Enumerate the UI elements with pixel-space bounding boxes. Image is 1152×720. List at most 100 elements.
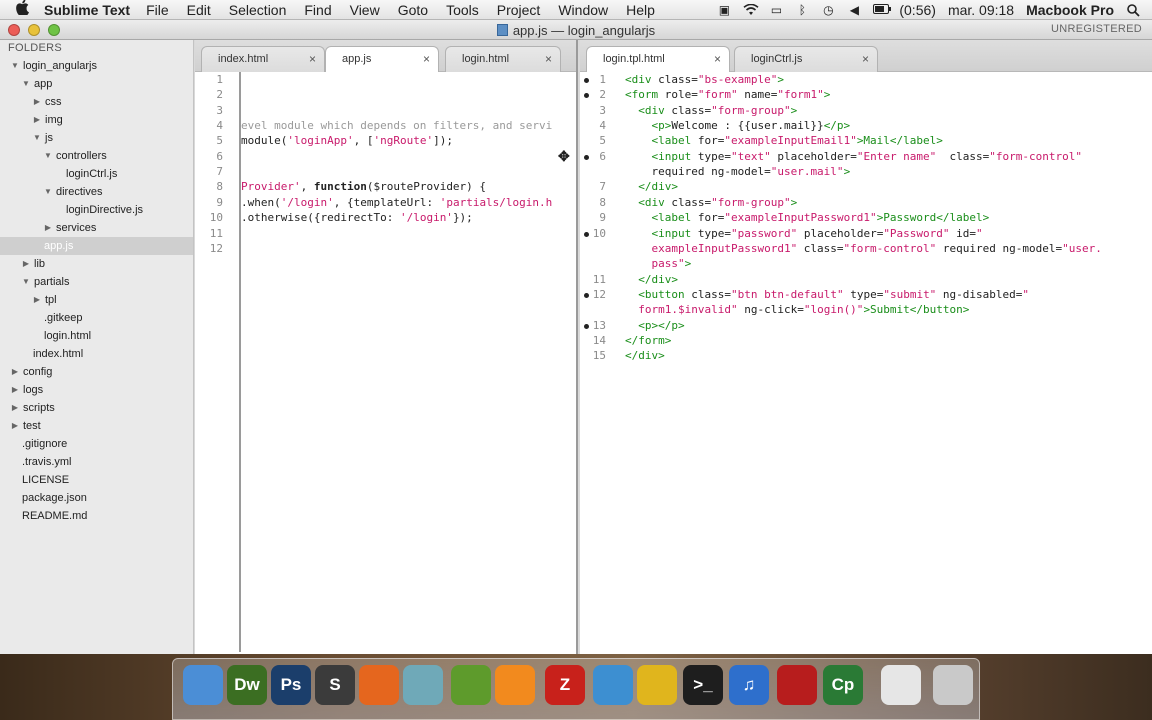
sidebar-item-tpl[interactable]: ▶ tpl xyxy=(0,291,193,309)
disclosure-closed-icon[interactable]: ▶ xyxy=(21,255,31,273)
code-line[interactable]: <p>Welcome : {{user.mail}}</p> xyxy=(625,119,850,132)
sidebar-item-controllers[interactable]: ▼ controllers xyxy=(0,147,193,165)
editor-pane-left[interactable]: index.html × app.js × login.html × 1234e… xyxy=(195,40,578,654)
chrome-icon[interactable] xyxy=(637,665,677,705)
disclosure-open-icon[interactable]: ▼ xyxy=(32,129,42,147)
close-tab-icon[interactable]: × xyxy=(545,47,552,71)
sidebar-item-partials[interactable]: ▼ partials xyxy=(0,273,193,291)
sidebar-item-app[interactable]: ▼ app xyxy=(0,75,193,93)
disclosure-open-icon[interactable]: ▼ xyxy=(21,273,31,291)
close-tab-icon[interactable]: × xyxy=(309,47,316,71)
app-name-menu[interactable]: Sublime Text xyxy=(44,2,130,18)
code-line[interactable]: exampleInputPassword1" class="form-contr… xyxy=(625,242,1101,255)
disclosure-closed-icon[interactable]: ▶ xyxy=(10,417,20,435)
code-line[interactable]: required ng-model="user.mail"> xyxy=(625,165,850,178)
sidebar-item-app-js[interactable]: app.js xyxy=(0,237,193,255)
sidebar-item-travis-yml[interactable]: .travis.yml xyxy=(0,453,193,471)
terminal-icon[interactable]: >_ xyxy=(683,665,723,705)
menu-window[interactable]: Window xyxy=(558,2,608,18)
sidebar-item-js[interactable]: ▼ js xyxy=(0,129,193,147)
dropbox-icon[interactable]: ▣ xyxy=(717,4,731,16)
code-line[interactable]: module('loginApp', ['ngRoute']); xyxy=(241,134,453,147)
transmit-icon[interactable] xyxy=(403,665,443,705)
sidebar-item-gitkeep[interactable]: .gitkeep xyxy=(0,309,193,327)
sidebar-item-package-json[interactable]: package.json xyxy=(0,489,193,507)
code-line[interactable]: <input type="text" placeholder="Enter na… xyxy=(625,150,1082,163)
trash-icon[interactable] xyxy=(933,665,973,705)
filezilla-icon[interactable]: Z xyxy=(545,665,585,705)
menu-help[interactable]: Help xyxy=(626,2,655,18)
display-icon[interactable]: ▭ xyxy=(769,4,783,16)
sidebar-item-gitignore[interactable]: .gitignore xyxy=(0,435,193,453)
code-line[interactable]: <p></p> xyxy=(625,319,684,332)
disclosure-closed-icon[interactable]: ▶ xyxy=(10,399,20,417)
sidebar-item-logs[interactable]: ▶ logs xyxy=(0,381,193,399)
sidebar-item-logindirective-js[interactable]: loginDirective.js xyxy=(0,201,193,219)
sidebar-item-index-html[interactable]: index.html xyxy=(0,345,193,363)
volume-icon[interactable]: ◀ xyxy=(847,4,861,16)
tab-index-html[interactable]: index.html × xyxy=(201,46,325,72)
code-line[interactable]: Provider', function($routeProvider) { xyxy=(241,180,486,193)
sidebar-item-lib[interactable]: ▶ lib xyxy=(0,255,193,273)
time-machine-icon[interactable]: ◷ xyxy=(821,4,835,16)
close-tab-icon[interactable]: × xyxy=(714,47,721,71)
user-name[interactable]: Macbook Pro xyxy=(1026,2,1114,18)
code-line[interactable]: form1.$invalid" ng-click="login()">Submi… xyxy=(625,303,969,316)
sidebar-item-services[interactable]: ▶ services xyxy=(0,219,193,237)
sidebar-item-css[interactable]: ▶ css xyxy=(0,93,193,111)
sidebar-item-login-html[interactable]: login.html xyxy=(0,327,193,345)
sidebar-item-loginctrl-js[interactable]: loginCtrl.js xyxy=(0,165,193,183)
sourcetree-icon[interactable] xyxy=(451,665,491,705)
finder-icon[interactable] xyxy=(183,665,223,705)
disclosure-closed-icon[interactable]: ▶ xyxy=(43,219,53,237)
xampp-icon[interactable] xyxy=(495,665,535,705)
disclosure-closed-icon[interactable]: ▶ xyxy=(32,93,42,111)
code-line[interactable]: <div class="bs-example"> xyxy=(625,73,784,86)
editor-pane-right[interactable]: login.tpl.html × loginCtrl.js × 1 <div cl… xyxy=(580,40,1152,654)
code-line[interactable]: <form role="form" name="form1"> xyxy=(625,88,830,101)
code-line[interactable]: <button class="btn btn-default" type="su… xyxy=(625,288,1029,301)
menu-file[interactable]: File xyxy=(146,2,169,18)
disclosure-open-icon[interactable]: ▼ xyxy=(43,183,53,201)
sublime-text-icon[interactable]: S xyxy=(315,665,355,705)
sidebar-item-img[interactable]: ▶ img xyxy=(0,111,193,129)
tab-app-js[interactable]: app.js × xyxy=(325,46,439,72)
code-area-right[interactable]: 1 <div class="bs-example"> 2 <form role="fo… xyxy=(580,72,1152,654)
menu-selection[interactable]: Selection xyxy=(229,2,287,18)
sidebar-item-directives[interactable]: ▼ directives xyxy=(0,183,193,201)
sidebar-item-login-angularjs[interactable]: ▼ login_angularjs xyxy=(0,57,193,75)
acrobat-icon[interactable] xyxy=(777,665,817,705)
disclosure-open-icon[interactable]: ▼ xyxy=(43,147,53,165)
wifi-icon[interactable] xyxy=(743,3,759,16)
sidebar-item-test[interactable]: ▶ test xyxy=(0,417,193,435)
code-line[interactable]: evel module which depends on filters, an… xyxy=(241,119,552,132)
documents-stack-icon[interactable] xyxy=(881,665,921,705)
disclosure-open-icon[interactable]: ▼ xyxy=(21,75,31,93)
code-line[interactable]: pass"> xyxy=(625,257,691,270)
close-tab-icon[interactable]: × xyxy=(862,47,869,71)
safari-icon[interactable] xyxy=(593,665,633,705)
code-line[interactable]: .otherwise({redirectTo: '/login'}); xyxy=(241,211,473,224)
code-area-left[interactable]: 1 2 3 4 evel module which depends on filters… xyxy=(195,72,576,654)
battery-icon[interactable] xyxy=(873,4,892,16)
sidebar-item-config[interactable]: ▶ config xyxy=(0,363,193,381)
tab-login-tpl-html[interactable]: login.tpl.html × xyxy=(586,46,730,72)
tab-loginctrl-js[interactable]: loginCtrl.js × xyxy=(734,46,878,72)
code-line[interactable]: </div> xyxy=(625,273,678,286)
dreamweaver-icon[interactable]: Dw xyxy=(227,665,267,705)
tab-login-html[interactable]: login.html × xyxy=(445,46,561,72)
disclosure-open-icon[interactable]: ▼ xyxy=(10,57,20,75)
clock[interactable]: mar. 09:18 xyxy=(948,2,1014,18)
code-line[interactable]: <label for="exampleInputEmail1">Mail</la… xyxy=(625,134,942,147)
disclosure-closed-icon[interactable]: ▶ xyxy=(32,291,42,309)
menu-find[interactable]: Find xyxy=(304,2,331,18)
sidebar-item-scripts[interactable]: ▶ scripts xyxy=(0,399,193,417)
code-line[interactable]: </div> xyxy=(625,349,665,362)
code-line[interactable]: <div class="form-group"> xyxy=(625,196,797,209)
apple-menu-icon[interactable] xyxy=(0,0,44,19)
bluetooth-icon[interactable]: ᛒ xyxy=(795,4,809,16)
firefox-icon[interactable] xyxy=(359,665,399,705)
captivate-icon[interactable]: Cp xyxy=(823,665,863,705)
sidebar-item-license[interactable]: LICENSE xyxy=(0,471,193,489)
menu-goto[interactable]: Goto xyxy=(398,2,428,18)
